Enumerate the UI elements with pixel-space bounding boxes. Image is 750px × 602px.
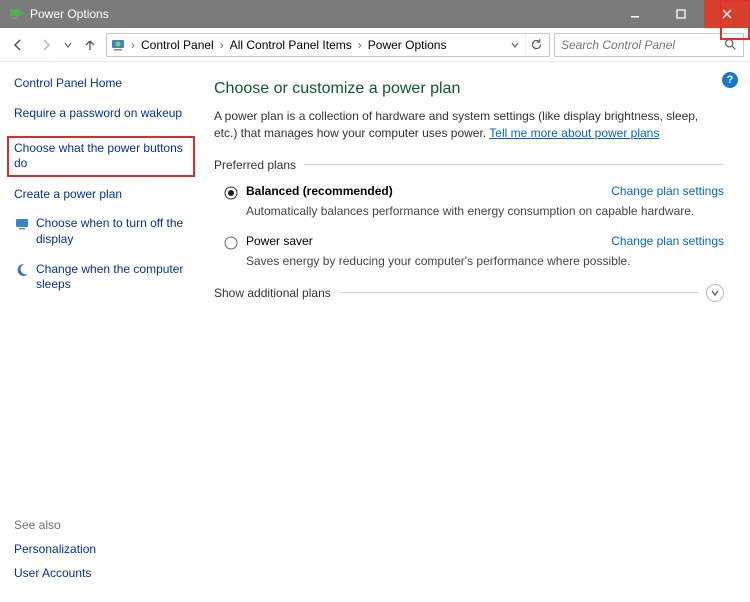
- plan-balanced: Balanced (recommended) Change plan setti…: [214, 184, 724, 218]
- plan-name[interactable]: Power saver: [246, 234, 313, 248]
- search-box[interactable]: [554, 33, 744, 57]
- breadcrumb-item[interactable]: Power Options: [366, 38, 449, 52]
- app-icon: [8, 6, 24, 22]
- plan-power-saver: Power saver Change plan settings Saves e…: [214, 234, 724, 268]
- address-bar[interactable]: › Control Panel › All Control Panel Item…: [106, 33, 550, 57]
- left-panel: Control Panel Home Require a password on…: [0, 62, 200, 602]
- plan-description: Automatically balances performance with …: [246, 204, 724, 218]
- help-button[interactable]: ?: [722, 72, 738, 88]
- plan-description: Saves energy by reducing your computer's…: [246, 254, 724, 268]
- tell-me-more-link[interactable]: Tell me more about power plans: [489, 126, 659, 140]
- search-input[interactable]: [559, 37, 721, 53]
- task-require-password[interactable]: Require a password on wakeup: [14, 106, 188, 122]
- navbar: › Control Panel › All Control Panel Item…: [0, 28, 750, 62]
- change-plan-settings-link[interactable]: Change plan settings: [611, 184, 724, 198]
- back-button[interactable]: [6, 33, 30, 57]
- see-also-user-accounts[interactable]: User Accounts: [14, 566, 188, 580]
- page-heading: Choose or customize a power plan: [214, 80, 724, 98]
- divider: [304, 164, 724, 165]
- breadcrumb-item[interactable]: All Control Panel Items: [228, 38, 354, 52]
- main-content: Choose or customize a power plan A power…: [200, 62, 750, 602]
- change-plan-settings-link[interactable]: Change plan settings: [611, 234, 724, 248]
- task-computer-sleeps[interactable]: Change when the computer sleeps: [14, 262, 188, 293]
- search-icon[interactable]: [721, 36, 739, 54]
- maximize-button[interactable]: [658, 0, 704, 28]
- window-title: Power Options: [30, 7, 109, 21]
- section-label-text: Preferred plans: [214, 158, 296, 172]
- refresh-button[interactable]: [525, 34, 547, 56]
- see-also-personalization[interactable]: Personalization: [14, 542, 188, 556]
- chevron-down-icon[interactable]: [706, 284, 724, 302]
- radio-unselected-icon[interactable]: [224, 236, 238, 250]
- minimize-button[interactable]: [612, 0, 658, 28]
- breadcrumb-item[interactable]: Control Panel: [139, 38, 216, 52]
- task-label: Choose what the power buttons do: [14, 141, 188, 172]
- task-label: Choose when to turn off the display: [36, 216, 188, 247]
- task-power-buttons[interactable]: Choose what the power buttons do: [7, 136, 195, 177]
- divider: [339, 292, 698, 293]
- moon-icon: [14, 262, 30, 278]
- radio-selected-icon[interactable]: [224, 186, 238, 200]
- task-label: Require a password on wakeup: [14, 106, 182, 122]
- control-panel-home-link[interactable]: Control Panel Home: [14, 76, 188, 90]
- task-create-plan[interactable]: Create a power plan: [14, 187, 188, 203]
- intro-text: A power plan is a collection of hardware…: [214, 108, 724, 142]
- plan-name[interactable]: Balanced (recommended): [246, 184, 393, 198]
- task-label: Change when the computer sleeps: [36, 262, 188, 293]
- task-turn-off-display[interactable]: Choose when to turn off the display: [14, 216, 188, 247]
- see-also-header: See also: [14, 518, 188, 532]
- close-button[interactable]: [704, 0, 750, 28]
- control-panel-icon: [111, 37, 127, 53]
- titlebar: Power Options: [0, 0, 750, 28]
- task-label: Create a power plan: [14, 187, 122, 203]
- forward-button[interactable]: [34, 33, 58, 57]
- address-dropdown-button[interactable]: [507, 34, 523, 56]
- chevron-right-icon: ›: [129, 38, 137, 52]
- recent-locations-button[interactable]: [62, 41, 74, 49]
- chevron-right-icon: ›: [218, 38, 226, 52]
- up-button[interactable]: [78, 33, 102, 57]
- display-icon: [14, 216, 30, 232]
- chevron-right-icon: ›: [356, 38, 364, 52]
- show-additional-plans[interactable]: Show additional plans: [214, 284, 724, 302]
- show-more-label: Show additional plans: [214, 286, 331, 300]
- preferred-plans-label: Preferred plans: [214, 158, 724, 172]
